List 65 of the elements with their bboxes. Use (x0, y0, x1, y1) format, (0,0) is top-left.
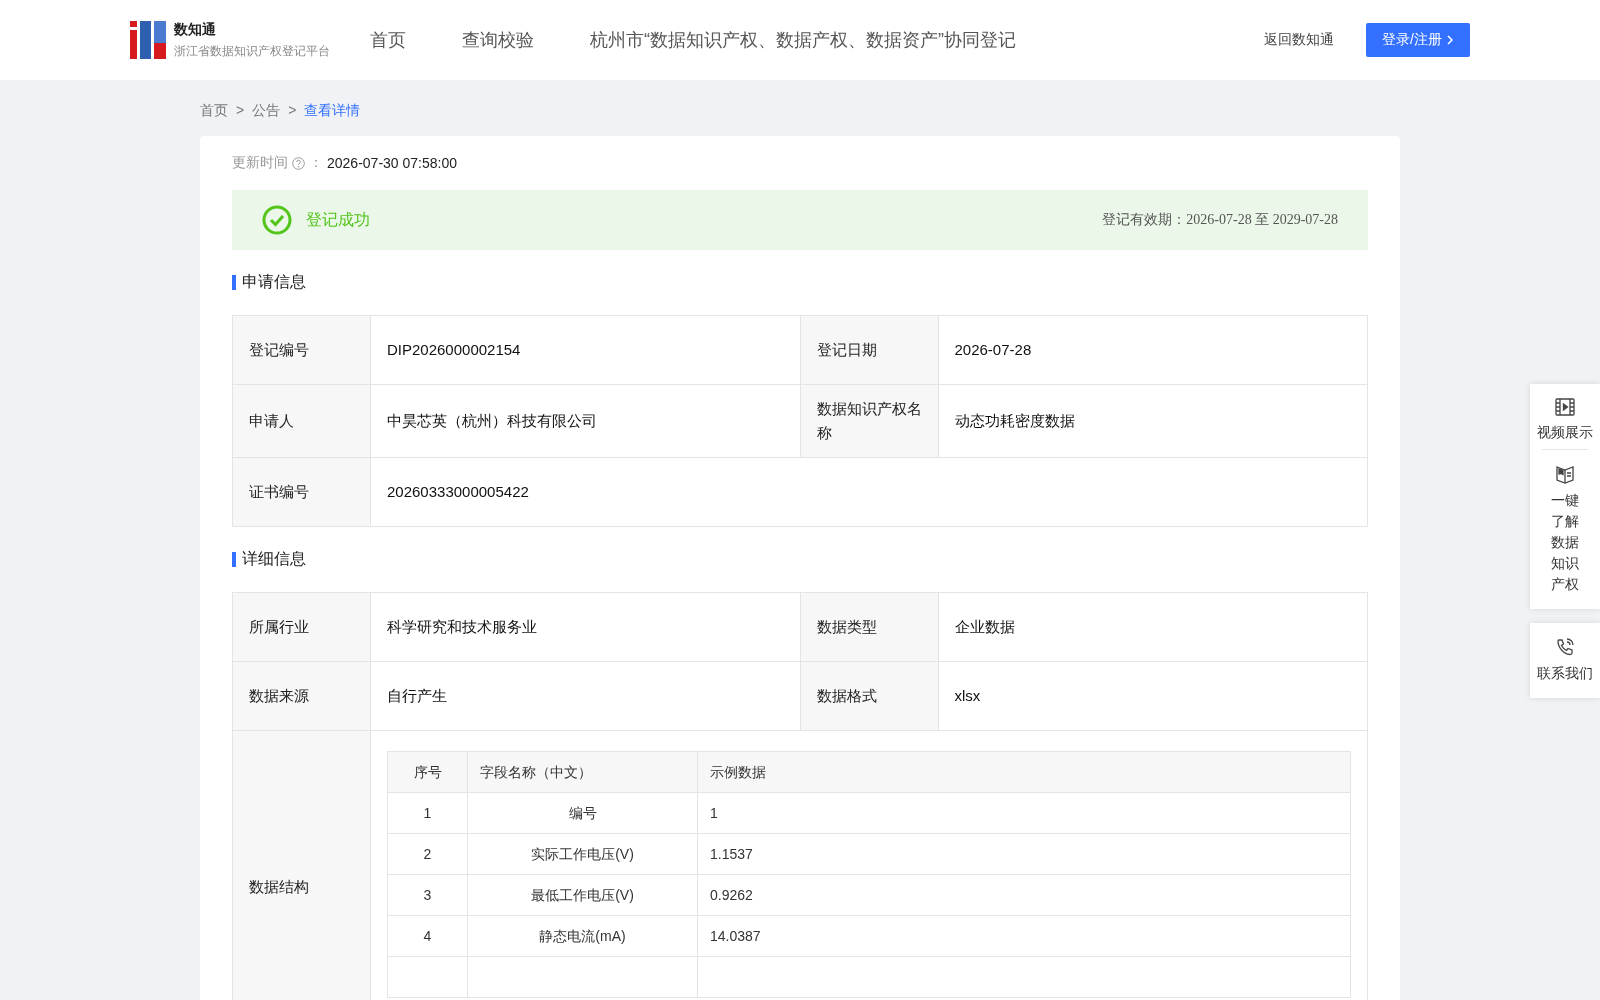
field-label: 数据类型 (800, 592, 938, 662)
field-label: 所属行业 (232, 592, 371, 662)
update-time: 2026-07-30 07:58:00 (327, 155, 457, 171)
field-value: 动态功耗密度数据 (938, 384, 1368, 458)
field-label: 登记编号 (232, 315, 371, 385)
table-cell: 2 (387, 833, 468, 875)
table-cell: 3 (387, 874, 468, 916)
column-header: 字段名称（中文） (467, 751, 698, 793)
section-title: 详细信息 (242, 549, 306, 569)
back-link[interactable]: 返回数知通 (1264, 31, 1335, 49)
table-cell: 编号 (467, 792, 698, 834)
section-marker (232, 552, 236, 567)
field-value: 20260333000005422 (370, 457, 1368, 527)
field-value: 2026-07-28 (938, 315, 1368, 385)
breadcrumb-item[interactable]: 公告 (252, 102, 281, 120)
update-separator: ： (309, 154, 323, 172)
nav-link[interactable]: 首页 (370, 28, 406, 52)
field-value: 企业数据 (938, 592, 1368, 662)
nav-link[interactable]: 杭州市“数据知识产权、数据产权、数据资产”协同登记 (590, 28, 1016, 52)
section-title: 申请信息 (242, 272, 306, 292)
field-value: DIP2026000002154 (370, 315, 800, 385)
section-marker (232, 275, 236, 290)
update-label: 更新时间 (232, 154, 288, 172)
side-link[interactable]: 视频展示 (1537, 422, 1593, 443)
logo-icon (130, 21, 166, 59)
field-label: 数据知识产权名称 (800, 384, 938, 458)
field-value: 自行产生 (370, 661, 800, 731)
chevron-right-icon (1446, 35, 1454, 45)
field-label: 数据格式 (800, 661, 938, 731)
field-value: 科学研究和技术服务业 (370, 592, 800, 662)
field-label: 数据来源 (232, 661, 371, 731)
logo-title: 数知通 (174, 20, 217, 39)
field-label: 登记日期 (800, 315, 938, 385)
column-header: 示例数据 (697, 751, 1351, 793)
side-link[interactable]: 一键了解数据知识产权 (1546, 490, 1584, 595)
table-cell: 1 (387, 792, 468, 834)
check-circle-icon (262, 205, 292, 235)
table-cell: 数据结构 (232, 730, 371, 1000)
breadcrumb-item[interactable]: 首页 (200, 102, 228, 120)
table-cell: 1.1537 (697, 833, 1351, 875)
side-link[interactable]: 联系我们 (1537, 663, 1593, 684)
table-cell: 4 (387, 915, 468, 957)
column-header: 序号 (387, 751, 468, 793)
breadcrumb-separator: > (236, 102, 245, 120)
table-cell: 实际工作电压(V) (467, 833, 698, 875)
login-button[interactable]: 登录/注册 (1366, 23, 1470, 57)
table-cell: 1 (697, 792, 1351, 834)
table-cell: 静态电流(mA) (467, 915, 698, 957)
field-label: 证书编号 (232, 457, 371, 527)
help-icon (292, 156, 305, 170)
book-icon (1555, 464, 1575, 484)
field-value: xlsx (938, 661, 1368, 731)
breadcrumb-separator: > (288, 102, 297, 120)
field-label: 申请人 (232, 384, 371, 458)
film-icon (1555, 398, 1575, 416)
table-cell: 14.0387 (697, 915, 1351, 957)
field-value: 中昊芯英（杭州）科技有限公司 (370, 384, 800, 458)
status-text: 登记成功 (306, 209, 371, 230)
table-cell: 最低工作电压(V) (467, 874, 698, 916)
breadcrumb-item[interactable]: 查看详情 (304, 102, 361, 120)
phone-icon (1555, 637, 1575, 657)
nav-link[interactable]: 查询校验 (462, 28, 534, 52)
table-cell: 0.9262 (697, 874, 1351, 916)
logo-subtitle: 浙江省数据知识产权登记平台 (174, 42, 330, 60)
validity-period: 登记有效期：2026-07-28 至 2029-07-28 (1102, 211, 1338, 229)
